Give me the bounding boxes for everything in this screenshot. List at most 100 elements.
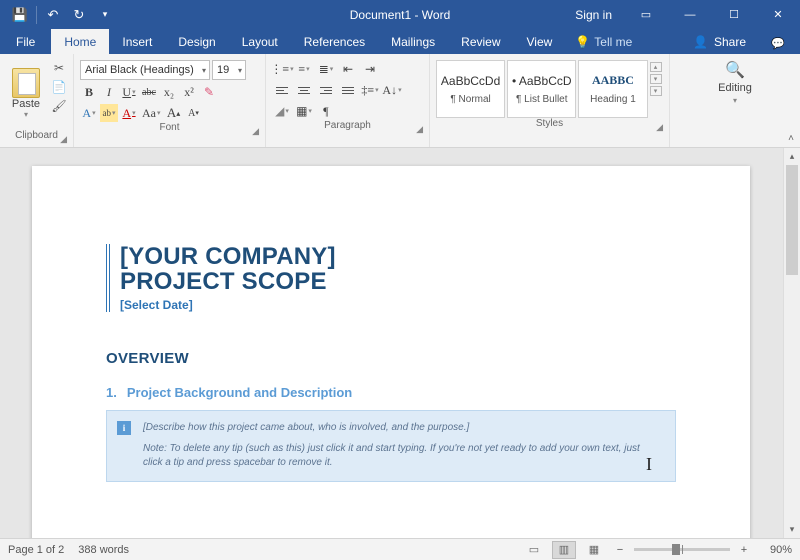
doc-title[interactable]: PROJECT SCOPE <box>120 269 676 294</box>
vertical-scrollbar[interactable]: ▴ ▾ <box>783 148 800 538</box>
numbering-button[interactable]: ≡ <box>294 60 314 78</box>
close-icon[interactable]: ✕ <box>756 0 800 29</box>
window-title: Document1 - Word <box>350 8 450 22</box>
shrink-font-button[interactable]: A▾ <box>185 104 203 122</box>
title-bar: 💾 ↶ ↻ ▾ Document1 - Word Sign in ▭ — ☐ ✕ <box>0 0 800 29</box>
zoom-out-button[interactable]: − <box>612 544 628 556</box>
tab-view[interactable]: View <box>514 29 566 54</box>
undo-icon[interactable]: ↶ <box>41 3 65 27</box>
change-case-button[interactable]: Aa <box>140 104 163 122</box>
format-painter-icon[interactable]: 🖌 <box>50 98 68 114</box>
editing-button[interactable]: Editing <box>718 82 752 94</box>
tab-mailings[interactable]: Mailings <box>378 29 448 54</box>
redo-icon[interactable]: ↻ <box>67 3 91 27</box>
group-clipboard: Paste ▾ ✂ 📄 🖌 Clipboard◢ <box>0 54 74 147</box>
superscript-button[interactable]: x² <box>180 83 198 101</box>
tab-home[interactable]: Home <box>51 29 109 54</box>
underline-button[interactable]: U <box>120 83 138 101</box>
group-font: Arial Black (Headings) 19 B I U abc x₂ x… <box>74 54 266 147</box>
scroll-up-icon[interactable]: ▴ <box>784 148 800 165</box>
cut-icon[interactable]: ✂ <box>50 60 68 76</box>
tell-me-search[interactable]: 💡Tell me <box>565 29 642 54</box>
subscript-button[interactable]: x₂ <box>160 83 178 101</box>
zoom-thumb[interactable] <box>672 544 680 555</box>
sign-in-link[interactable]: Sign in <box>563 8 624 22</box>
page-indicator[interactable]: Page 1 of 2 <box>8 544 64 556</box>
show-marks-button[interactable]: ¶ <box>316 102 336 120</box>
group-editing: 🔍 Editing ▾ <box>670 54 800 147</box>
font-family-combo[interactable]: Arial Black (Headings) <box>80 60 210 80</box>
tab-layout[interactable]: Layout <box>229 29 291 54</box>
paragraph-launcher-icon[interactable]: ◢ <box>416 124 423 135</box>
increase-indent-button[interactable]: ⇥ <box>360 60 380 78</box>
share-button[interactable]: 👤Share <box>683 29 756 54</box>
word-count[interactable]: 388 words <box>78 544 129 556</box>
group-paragraph: ⋮≡ ≡ ≣ ⇤ ⇥ ‡≡ A↓ ◢ ▦ ¶ Paragraph◢ <box>266 54 430 147</box>
group-styles: AaBbCcDd¶ Normal • AaBbCcD¶ List Bullet … <box>430 54 670 147</box>
text-effects-button[interactable]: A <box>80 104 98 122</box>
tip-box[interactable]: i [Describe how this project came about,… <box>106 410 676 482</box>
tab-design[interactable]: Design <box>165 29 228 54</box>
save-icon[interactable]: 💾 <box>8 3 32 27</box>
tab-review[interactable]: Review <box>448 29 513 54</box>
styles-gallery-more[interactable]: ▴▾▾ <box>650 60 663 96</box>
paste-button[interactable]: Paste ▾ <box>7 68 45 119</box>
sort-button[interactable]: A↓ <box>382 81 402 99</box>
align-right-button[interactable] <box>316 81 336 99</box>
doc-date-placeholder[interactable]: [Select Date] <box>120 298 676 312</box>
tab-references[interactable]: References <box>291 29 378 54</box>
copy-icon[interactable]: 📄 <box>50 79 68 95</box>
heading-overview[interactable]: OVERVIEW <box>106 350 676 367</box>
tip-line-2: Note: To delete any tip (such as this) j… <box>143 442 661 471</box>
style-normal[interactable]: AaBbCcDd¶ Normal <box>436 60 505 118</box>
decrease-indent-button[interactable]: ⇤ <box>338 60 358 78</box>
zoom-slider[interactable] <box>634 548 730 551</box>
align-left-button[interactable] <box>272 81 292 99</box>
maximize-icon[interactable]: ☐ <box>712 0 756 29</box>
borders-button[interactable]: ▦ <box>294 102 314 120</box>
styles-launcher-icon[interactable]: ◢ <box>656 122 663 133</box>
justify-button[interactable] <box>338 81 358 99</box>
align-center-button[interactable] <box>294 81 314 99</box>
font-color-button[interactable]: A <box>120 104 138 122</box>
bullets-button[interactable]: ⋮≡ <box>272 60 292 78</box>
multilevel-button[interactable]: ≣ <box>316 60 336 78</box>
ribbon-display-icon[interactable]: ▭ <box>624 0 668 29</box>
qat-customize-icon[interactable]: ▾ <box>93 3 117 27</box>
tab-insert[interactable]: Insert <box>109 29 165 54</box>
tab-file[interactable]: File <box>0 29 51 54</box>
scroll-thumb[interactable] <box>786 165 798 275</box>
strikethrough-button[interactable]: abc <box>140 83 158 101</box>
read-mode-icon[interactable]: ▭ <box>522 541 546 559</box>
font-size-combo[interactable]: 19 <box>212 60 246 80</box>
style-heading-1[interactable]: AABBCHeading 1 <box>578 60 647 118</box>
style-list-bullet[interactable]: • AaBbCcD¶ List Bullet <box>507 60 576 118</box>
doc-company-placeholder[interactable]: [YOUR COMPANY] <box>120 244 676 269</box>
tip-line-1: [Describe how this project came about, w… <box>143 421 661 436</box>
zoom-in-button[interactable]: + <box>736 544 752 556</box>
italic-button[interactable]: I <box>100 83 118 101</box>
scroll-down-icon[interactable]: ▾ <box>784 521 800 538</box>
grow-font-button[interactable]: A▴ <box>165 104 183 122</box>
info-icon: i <box>117 421 131 435</box>
line-spacing-button[interactable]: ‡≡ <box>360 81 380 99</box>
collapse-ribbon-icon[interactable]: ˄ <box>788 133 794 144</box>
bold-button[interactable]: B <box>80 83 98 101</box>
font-launcher-icon[interactable]: ◢ <box>252 126 259 137</box>
clipboard-launcher-icon[interactable]: ◢ <box>60 134 67 145</box>
clear-formatting-icon[interactable]: ✎ <box>200 83 218 101</box>
find-icon[interactable]: 🔍 <box>725 60 745 80</box>
document-area[interactable]: [YOUR COMPANY] PROJECT SCOPE [Select Dat… <box>0 148 800 538</box>
lightbulb-icon: 💡 <box>575 35 590 49</box>
text-cursor-icon: I <box>646 454 652 475</box>
shading-button[interactable]: ◢ <box>272 102 292 120</box>
highlight-button[interactable]: ab <box>100 104 118 122</box>
page[interactable]: [YOUR COMPANY] PROJECT SCOPE [Select Dat… <box>32 166 750 538</box>
share-icon: 👤 <box>693 35 708 49</box>
paste-icon <box>12 68 40 98</box>
zoom-level[interactable]: 90% <box>758 544 792 556</box>
print-layout-icon[interactable]: ▥ <box>552 541 576 559</box>
web-layout-icon[interactable]: ▦ <box>582 541 606 559</box>
heading-section-1[interactable]: 1.Project Background and Description <box>106 385 676 400</box>
minimize-icon[interactable]: — <box>668 0 712 29</box>
